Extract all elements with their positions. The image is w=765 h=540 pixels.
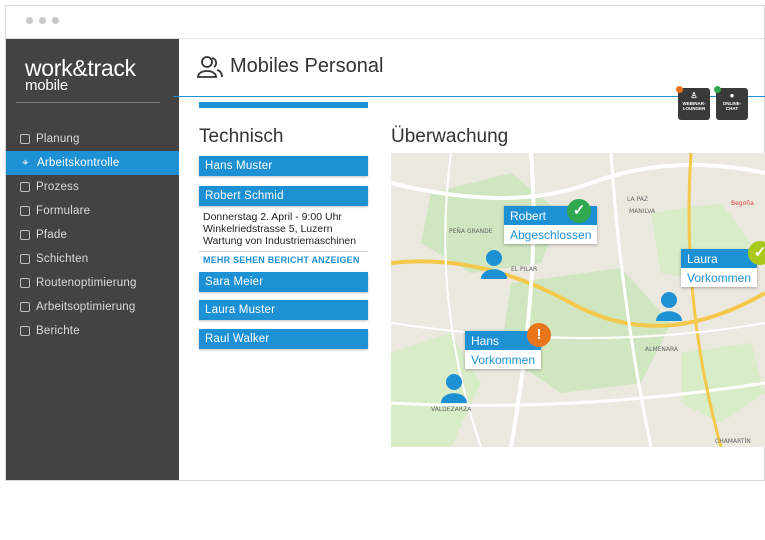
sidebar-item-berichte[interactable]: Berichte: [6, 319, 179, 343]
sidebar-item-label: Berichte: [36, 325, 80, 337]
divider: [16, 102, 160, 103]
sidebar-item-label: Prozess: [36, 181, 79, 193]
person-hans-muster[interactable]: Hans Muster: [199, 156, 368, 176]
marker-status: Abgeschlossen: [504, 225, 598, 244]
sidebar-item-label: Pfade: [36, 229, 68, 241]
report-icon: [20, 326, 30, 336]
form-icon: [20, 206, 30, 216]
marker-status: Vorkommen: [681, 268, 758, 287]
sidebar-item-arbeitsoptimierung[interactable]: Arbeitsoptimierung: [6, 295, 179, 319]
header-actions: ♙ WEBINAR- LOUNGEN ● ONLINE- CHAT: [676, 86, 748, 120]
person-raul-walker[interactable]: Raul Walker: [199, 329, 368, 349]
sidebar-item-pfade[interactable]: Pfade: [6, 223, 179, 247]
map-label: EL PILAR: [511, 266, 537, 273]
target-icon: ⌖: [22, 156, 29, 169]
map-label: Begoña: [731, 200, 754, 207]
sidebar-item-label: Arbeitskontrolle: [37, 157, 120, 169]
person-details: Donnerstag 2. April - 9:00 Uhr Winkelrie…: [203, 211, 356, 247]
detail-task: Wartung von Industriemaschinen: [203, 235, 357, 247]
window-controls: [26, 17, 59, 24]
marker-tag-laura[interactable]: Laura Vorkommen: [681, 249, 758, 287]
person-robert-schmid[interactable]: Robert Schmid: [199, 186, 368, 206]
sidebar-item-formulare[interactable]: Formulare: [6, 199, 179, 223]
grid-icon: [20, 302, 30, 312]
people-icon: [197, 56, 223, 78]
window-bottom-edge: [5, 480, 765, 481]
person-marker-icon[interactable]: [481, 249, 507, 279]
sidebar-item-label: Arbeitsoptimierung: [36, 301, 136, 313]
minimize-dot[interactable]: [39, 17, 46, 24]
page-title: Mobiles Personal: [230, 55, 384, 77]
calendar-icon: [20, 254, 30, 264]
close-dot[interactable]: [26, 17, 33, 24]
map-label: MANILVA: [629, 208, 656, 215]
person-laura-muster[interactable]: Laura Muster: [199, 300, 368, 320]
tracking-map[interactable]: LA PAZ MANILVA PEÑA GRANDE EL PILAR ALME…: [391, 153, 765, 447]
detail-address: Winkelriedstrasse 5, Luzern: [203, 223, 333, 235]
map-label: ALMENARA: [645, 346, 679, 353]
sidebar-item-routenoptimierung[interactable]: Routenoptimierung: [6, 271, 179, 295]
check-icon: ✓: [748, 241, 765, 265]
sidebar-item-label: Schichten: [36, 253, 89, 265]
map-label: LA PAZ: [627, 196, 648, 203]
more-report-link[interactable]: MEHR SEHEN BERICHT ANZEIGEN: [203, 255, 360, 265]
user-icon: ♙: [690, 91, 698, 100]
map-icon: [20, 230, 30, 240]
chat-label: ONLINE- CHAT: [722, 101, 742, 111]
detail-date: Donnerstag 2. April - 9:00 Uhr: [203, 211, 342, 223]
webinar-label: WEBINAR- LOUNGEN: [682, 101, 706, 111]
person-marker-icon[interactable]: [441, 373, 467, 403]
map-label: VALDEZARZA: [431, 406, 472, 413]
sidebar-item-schichten[interactable]: Schichten: [6, 247, 179, 271]
ueberwachung-title: Überwachung: [391, 126, 509, 147]
chart-icon: [20, 134, 30, 144]
map-label: PEÑA GRANDE: [449, 228, 493, 235]
marker-status: Vorkommen: [465, 350, 542, 369]
header-divider: [173, 96, 765, 97]
technisch-title: Technisch: [199, 126, 284, 147]
map-label: CHAMARTÍN: [715, 438, 751, 445]
divider: [199, 251, 368, 252]
sidebar-item-label: Formulare: [36, 205, 91, 217]
sidebar-item-planung[interactable]: Planung: [6, 127, 179, 151]
sidebar-item-prozess[interactable]: Prozess: [6, 175, 179, 199]
sidebar-item-arbeitskontrolle[interactable]: ⌖ Arbeitskontrolle: [6, 151, 179, 175]
notification-badge: [676, 86, 683, 93]
active-tab-indicator: [199, 102, 368, 108]
chat-button[interactable]: ● ONLINE- CHAT: [714, 86, 748, 120]
person-sara-meier[interactable]: Sara Meier: [199, 272, 368, 292]
window-titlebar: [6, 6, 764, 39]
database-icon: [20, 182, 30, 192]
notification-badge: [714, 86, 721, 93]
warning-icon: !: [527, 323, 551, 347]
webinar-button[interactable]: ♙ WEBINAR- LOUNGEN: [676, 86, 710, 120]
maximize-dot[interactable]: [52, 17, 59, 24]
sidebar: work&track mobile Planung ⌖ Arbeitskontro…: [6, 39, 179, 480]
brand-logo[interactable]: work&track mobile: [25, 55, 136, 94]
sidebar-item-label: Routenoptimierung: [36, 277, 137, 289]
sidebar-item-label: Planung: [36, 133, 80, 145]
route-icon: [20, 278, 30, 288]
sidebar-nav: Planung ⌖ Arbeitskontrolle Prozess Formul…: [6, 127, 179, 343]
marker-name: Laura: [681, 249, 758, 268]
chat-icon: ●: [729, 91, 735, 100]
check-icon: ✓: [567, 199, 591, 223]
person-marker-icon[interactable]: [656, 291, 682, 321]
